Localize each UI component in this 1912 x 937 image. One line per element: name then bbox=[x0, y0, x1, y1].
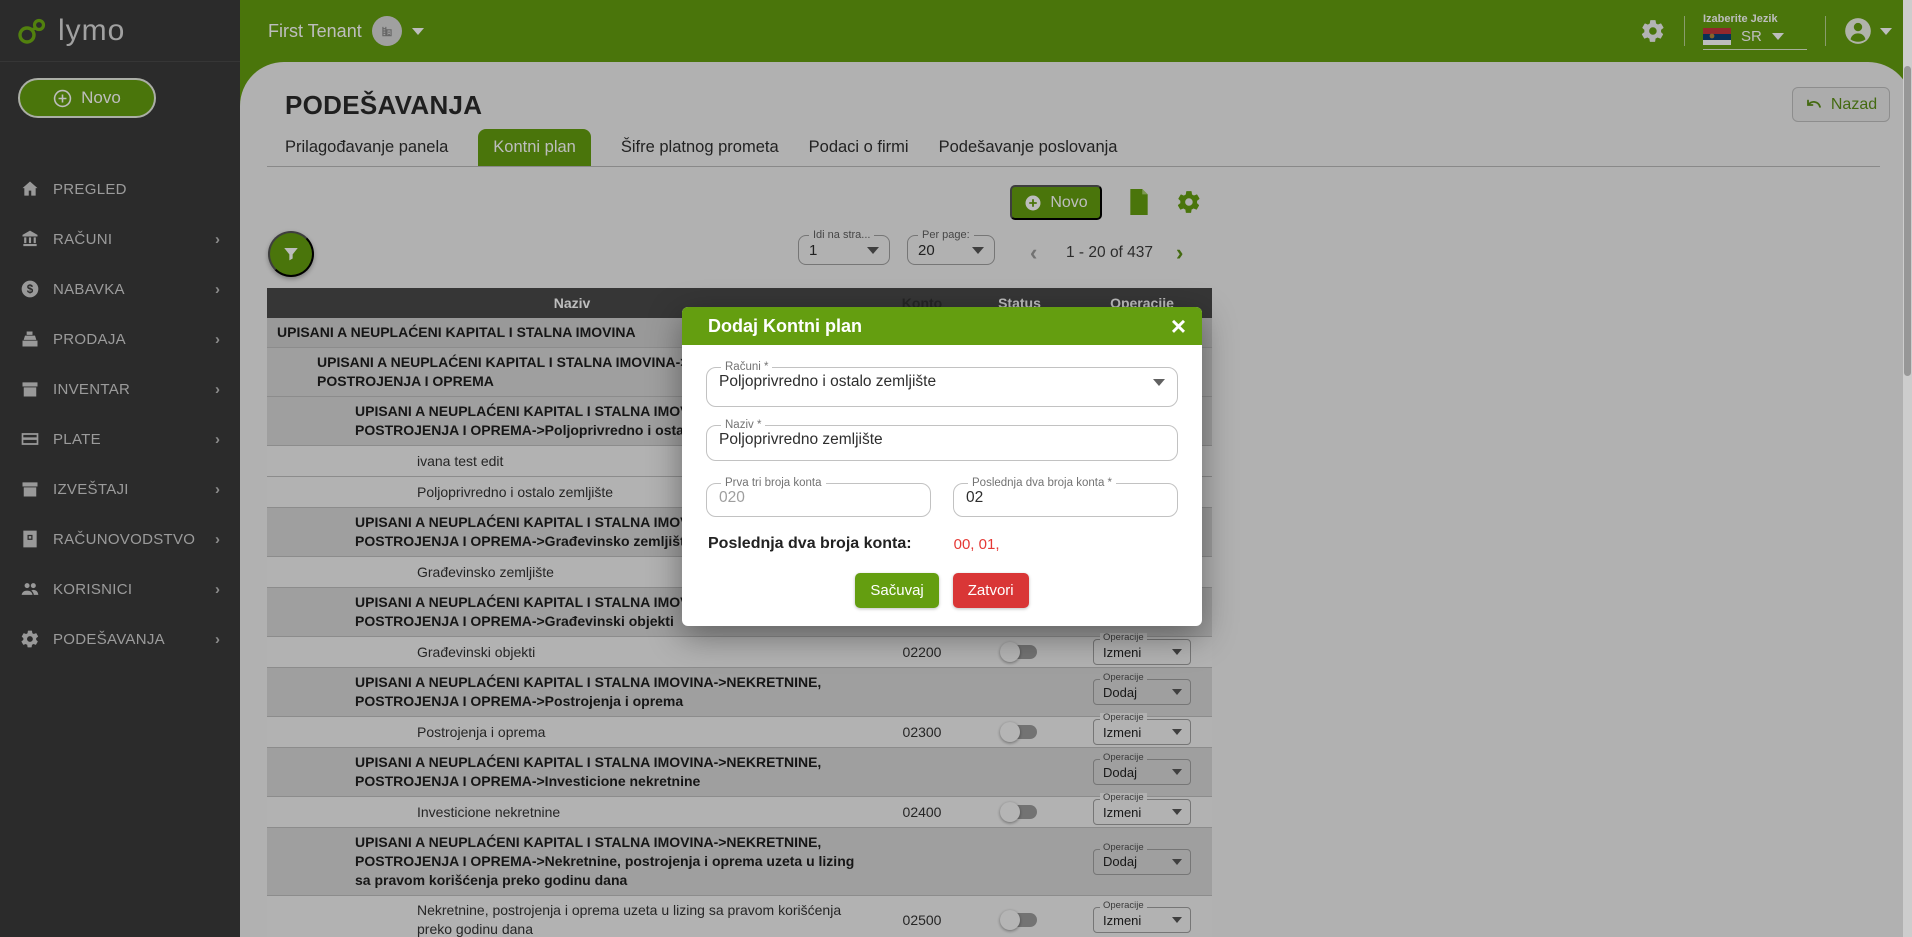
racuni-value: Poljoprivredno i ostalo zemljište bbox=[719, 373, 936, 391]
chevron-down-icon bbox=[1153, 379, 1165, 386]
add-kontni-plan-modal: Dodaj Kontni plan × Računi * Poljoprivre… bbox=[682, 307, 1202, 626]
scrollbar-thumb[interactable] bbox=[1904, 66, 1911, 376]
poslednja-dva-broja-input[interactable]: Poslednja dva broja konta * 02 bbox=[953, 477, 1178, 517]
modal-body: Računi * Poljoprivredno i ostalo zemljiš… bbox=[682, 345, 1202, 626]
racuni-select[interactable]: Računi * Poljoprivredno i ostalo zemljiš… bbox=[706, 361, 1178, 407]
poslednja-dva-broja-label: Poslednja dva broja konta * bbox=[968, 477, 1116, 489]
prva-tri-broja-label: Prva tri broja konta bbox=[721, 477, 826, 489]
poslednja-dva-broja-value: 02 bbox=[966, 489, 983, 507]
close-button[interactable]: Zatvori bbox=[953, 573, 1029, 608]
prva-tri-broja-input[interactable]: Prva tri broja konta 020 bbox=[706, 477, 931, 517]
used-numbers-value: 00, 01, bbox=[954, 536, 1000, 553]
used-numbers-label: Poslednja dva broja konta: bbox=[708, 535, 912, 553]
used-numbers-note: Poslednja dva broja konta: 00, 01, bbox=[708, 535, 1178, 553]
close-icon[interactable]: × bbox=[1171, 313, 1186, 339]
naziv-input[interactable]: Naziv * Poljoprivredno zemljište bbox=[706, 419, 1178, 461]
racuni-label: Računi * bbox=[721, 361, 772, 373]
prva-tri-broja-placeholder: 020 bbox=[719, 489, 745, 507]
naziv-label: Naziv * bbox=[721, 419, 765, 431]
naziv-value: Poljoprivredno zemljište bbox=[719, 431, 883, 449]
page-scrollbar[interactable] bbox=[1903, 0, 1912, 937]
modal-header: Dodaj Kontni plan × bbox=[682, 307, 1202, 345]
save-button[interactable]: Sačuvaj bbox=[855, 573, 938, 608]
modal-title: Dodaj Kontni plan bbox=[708, 316, 1171, 337]
